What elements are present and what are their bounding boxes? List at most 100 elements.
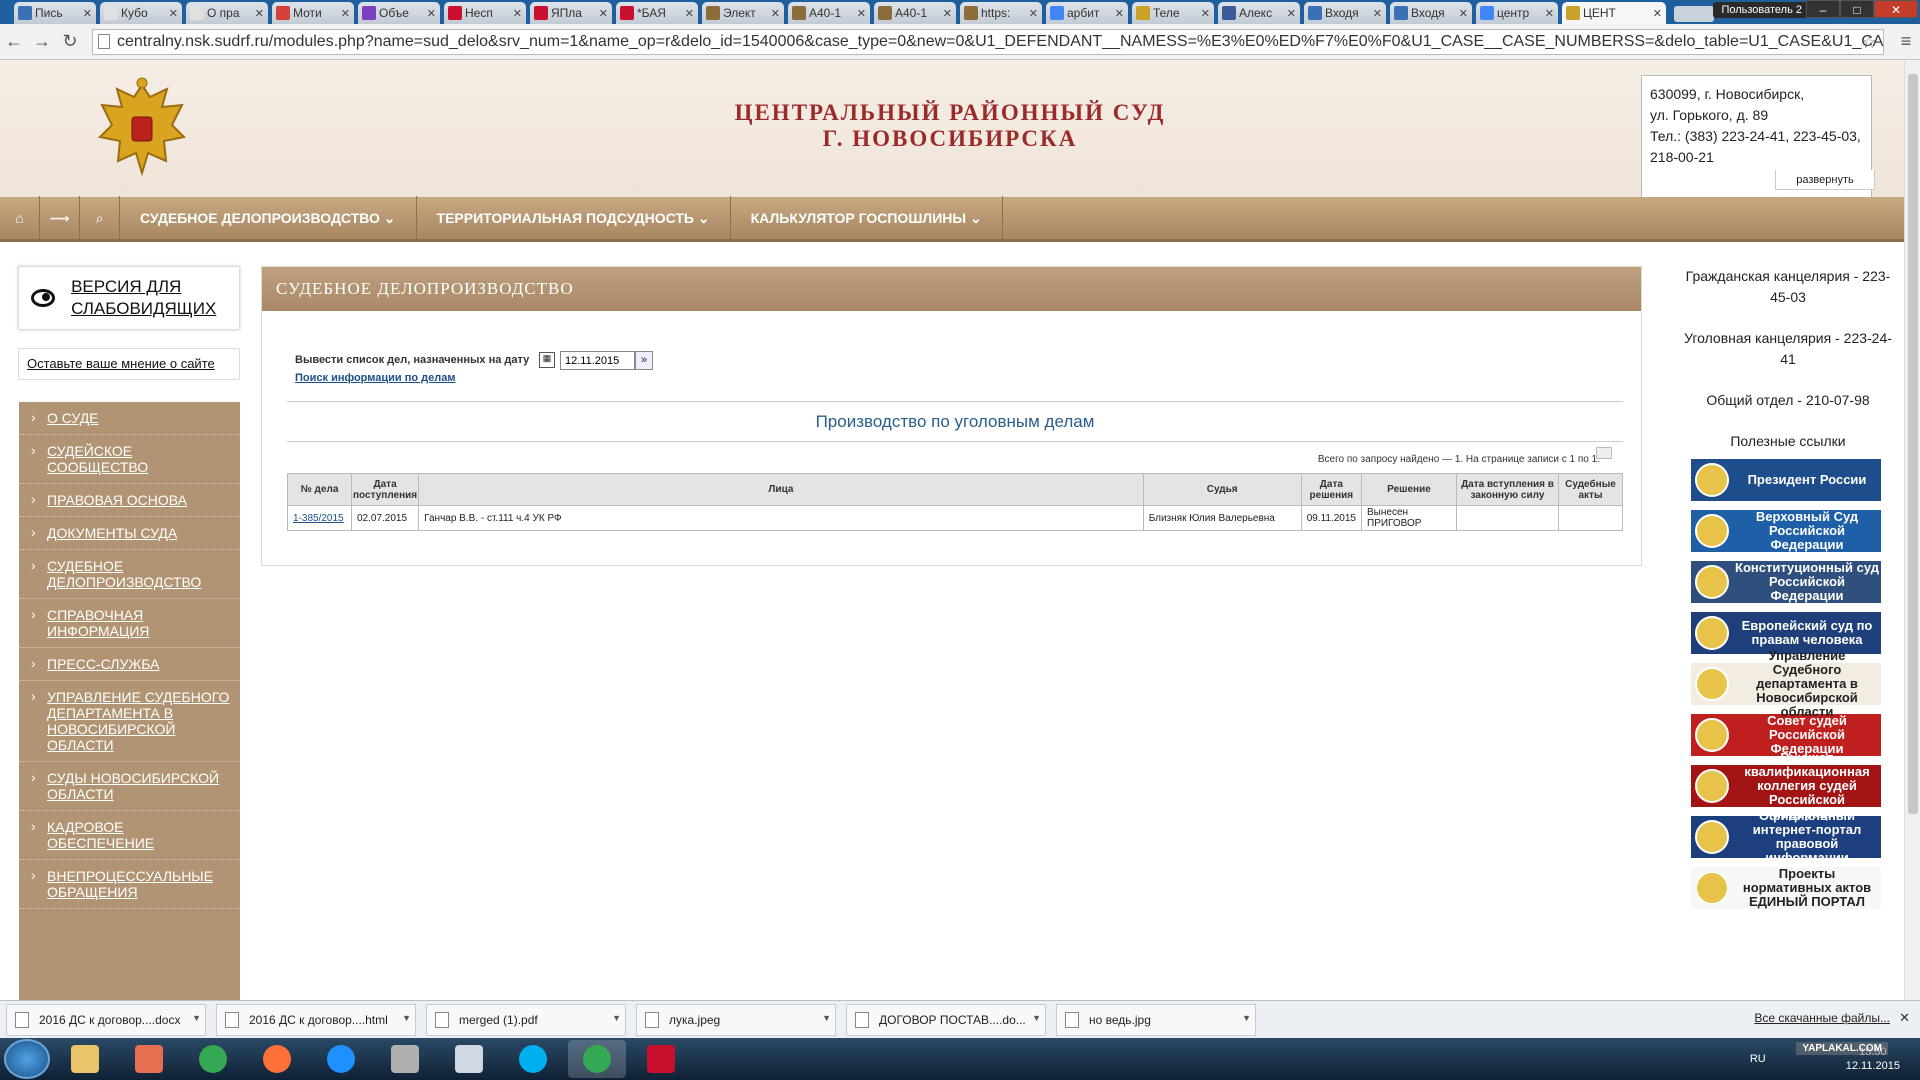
download-item[interactable]: 2016 ДС к договор....html ▼ <box>216 1003 416 1036</box>
show-cases-button[interactable]: » <box>635 351 653 370</box>
forward-icon[interactable]: → <box>28 31 56 52</box>
tab-close-icon[interactable]: ✕ <box>83 7 92 20</box>
page-scrollbar[interactable] <box>1904 60 1920 1000</box>
tab-close-icon[interactable]: ✕ <box>427 7 436 20</box>
date-input[interactable] <box>560 351 635 370</box>
useful-link-banner[interactable]: Верховный Суд Российской Федерации <box>1691 510 1881 552</box>
download-item[interactable]: ДОГОВОР ПОСТАВ....do... ▼ <box>846 1003 1046 1036</box>
visually-impaired-version-link[interactable]: ВЕРСИЯ ДЛЯ СЛАБОВИДЯЩИХ <box>18 266 240 330</box>
download-menu-icon[interactable]: ▼ <box>1032 1013 1041 1023</box>
tab-close-icon[interactable]: ✕ <box>1545 7 1554 20</box>
download-item[interactable]: но ведь.jpg ▼ <box>1056 1003 1256 1036</box>
download-item[interactable]: merged (1).pdf ▼ <box>426 1003 626 1036</box>
useful-link-banner[interactable]: Президент России <box>1691 459 1881 501</box>
tab-close-icon[interactable]: ✕ <box>771 7 780 20</box>
useful-link-banner[interactable]: Официальный интернет-портал правовой инф… <box>1691 809 1881 865</box>
reload-icon[interactable]: ↻ <box>56 31 84 52</box>
useful-link-banner[interactable]: Управление Судебного департамента в Ново… <box>1691 649 1881 719</box>
sidebar-item-judges-community[interactable]: СУДЕЙСКОЕ СООБЩЕСТВО <box>19 435 240 484</box>
tab-close-icon[interactable]: ✕ <box>255 7 264 20</box>
browser-tab[interactable]: Теле ✕ <box>1132 2 1214 24</box>
case-search-link[interactable]: Поиск информации по делам <box>295 372 455 384</box>
scrollbar-thumb[interactable] <box>1908 74 1918 814</box>
sidebar-item-legal-basis[interactable]: ПРАВОВАЯ ОСНОВА <box>19 484 240 517</box>
download-menu-icon[interactable]: ▼ <box>402 1013 411 1023</box>
browser-tab[interactable]: А40-1 ✕ <box>788 2 870 24</box>
tab-close-icon[interactable]: ✕ <box>857 7 866 20</box>
taskbar-skype[interactable] <box>504 1040 562 1078</box>
menu-territorial-jurisdiction[interactable]: ТЕРРИТОРИАЛЬНАЯ ПОДСУДНОСТЬ ⌄ <box>417 195 731 241</box>
maximize-button[interactable]: □ <box>1840 0 1874 18</box>
browser-tab[interactable]: *БАЯ ✕ <box>616 2 698 24</box>
browser-tab[interactable]: А40-1 ✕ <box>874 2 956 24</box>
tab-close-icon[interactable]: ✕ <box>1653 7 1662 20</box>
browser-tab[interactable]: Входя ✕ <box>1390 2 1472 24</box>
feedback-link[interactable]: Оставьте ваше мнение о сайте <box>18 348 240 380</box>
taskbar-chrome-active[interactable] <box>568 1040 626 1078</box>
browser-menu-icon[interactable]: ≡ <box>1892 31 1920 52</box>
download-menu-icon[interactable]: ▼ <box>192 1013 201 1023</box>
taskbar-ie[interactable] <box>312 1040 370 1078</box>
start-button[interactable] <box>4 1039 50 1079</box>
tab-close-icon[interactable]: ✕ <box>1459 7 1468 20</box>
browser-tab[interactable]: Пись ✕ <box>14 2 96 24</box>
browser-tab[interactable]: Кубо ✕ <box>100 2 182 24</box>
expand-contacts-button[interactable]: развернуть <box>1775 170 1875 190</box>
taskbar-chrome[interactable] <box>184 1040 242 1078</box>
sidebar-item-proceedings[interactable]: СУДЕБНОЕ ДЕЛОПРОИЗВОДСТВО <box>19 550 240 599</box>
download-menu-icon[interactable]: ▼ <box>612 1013 621 1023</box>
tab-close-icon[interactable]: ✕ <box>1201 7 1210 20</box>
taskbar-app[interactable] <box>376 1040 434 1078</box>
taskbar-media[interactable] <box>120 1040 178 1078</box>
browser-tab-active[interactable]: ЦЕНТ ✕ <box>1562 2 1666 24</box>
sidebar-item-about[interactable]: О СУДЕ <box>19 402 240 435</box>
sidebar-item-personnel[interactable]: КАДРОВОЕ ОБЕСПЕЧЕНИЕ <box>19 811 240 860</box>
url-field[interactable]: centralny.nsk.sudrf.ru/modules.php?name=… <box>92 28 1884 55</box>
sidebar-item-documents[interactable]: ДОКУМЕНТЫ СУДА <box>19 517 240 550</box>
back-icon[interactable]: ← <box>0 31 28 52</box>
menu-court-proceedings[interactable]: СУДЕБНОЕ ДЕЛОПРОИЗВОДСТВО ⌄ <box>120 195 417 241</box>
sidebar-item-reference[interactable]: СПРАВОЧНАЯ ИНФОРМАЦИЯ <box>19 599 240 648</box>
tab-close-icon[interactable]: ✕ <box>1029 7 1038 20</box>
browser-tab[interactable]: Алекс ✕ <box>1218 2 1300 24</box>
bookmark-star-icon[interactable]: ☆ <box>1861 30 1877 54</box>
browser-tab[interactable]: О пра ✕ <box>186 2 268 24</box>
browser-tab[interactable]: Моти ✕ <box>272 2 354 24</box>
browser-tab[interactable]: Объе ✕ <box>358 2 440 24</box>
sidebar-item-press[interactable]: ПРЕСС-СЛУЖБА <box>19 648 240 681</box>
tab-close-icon[interactable]: ✕ <box>599 7 608 20</box>
download-menu-icon[interactable]: ▼ <box>822 1013 831 1023</box>
tab-close-icon[interactable]: ✕ <box>943 7 952 20</box>
taskbar-acrobat[interactable] <box>632 1040 690 1078</box>
tab-close-icon[interactable]: ✕ <box>513 7 522 20</box>
calendar-icon[interactable]: ▦ <box>539 352 555 368</box>
taskbar-explorer[interactable] <box>56 1040 114 1078</box>
useful-link-banner[interactable]: Высшая квалификационная коллегия судей Р… <box>1691 751 1881 821</box>
browser-tab[interactable]: Несп ✕ <box>444 2 526 24</box>
close-window-button[interactable]: ✕ <box>1874 0 1918 18</box>
menu-fee-calculator[interactable]: КАЛЬКУЛЯТОР ГОСПОШЛИНЫ ⌄ <box>731 195 1003 241</box>
tab-close-icon[interactable]: ✕ <box>685 7 694 20</box>
browser-tab[interactable]: центр ✕ <box>1476 2 1558 24</box>
close-downloads-icon[interactable]: ✕ <box>1899 1010 1910 1026</box>
tab-close-icon[interactable]: ✕ <box>1115 7 1124 20</box>
download-item[interactable]: лука.jpeg ▼ <box>636 1003 836 1036</box>
taskbar-firefox[interactable] <box>248 1040 306 1078</box>
case-link[interactable]: 1-385/2015 <box>293 513 344 524</box>
sidebar-item-regional-courts[interactable]: СУДЫ НОВОСИБИРСКОЙ ОБЛАСТИ <box>19 762 240 811</box>
browser-tab[interactable]: https: ✕ <box>960 2 1042 24</box>
new-tab-button[interactable] <box>1674 6 1714 22</box>
useful-link-banner[interactable]: Конституционный суд Российской Федерации <box>1691 561 1881 603</box>
tab-close-icon[interactable]: ✕ <box>341 7 350 20</box>
language-indicator[interactable]: RU <box>1750 1053 1766 1065</box>
sidebar-item-appeals[interactable]: ВНЕПРОЦЕССУАЛЬНЫЕ ОБРАЩЕНИЯ <box>19 860 240 909</box>
sitemap-icon[interactable]: ⟿ <box>40 195 80 241</box>
download-menu-icon[interactable]: ▼ <box>1242 1013 1251 1023</box>
useful-link-banner[interactable]: Проекты нормативных актов ЕДИНЫЙ ПОРТАЛ <box>1691 867 1881 909</box>
minimize-button[interactable]: – <box>1806 0 1840 18</box>
sidebar-item-judicial-department[interactable]: УПРАВЛЕНИЕ СУДЕБНОГО ДЕПАРТАМЕНТА В НОВО… <box>19 681 240 762</box>
browser-tab[interactable]: ЯПла ✕ <box>530 2 612 24</box>
taskbar-calculator[interactable] <box>440 1040 498 1078</box>
tab-close-icon[interactable]: ✕ <box>1287 7 1296 20</box>
browser-tab[interactable]: Входя ✕ <box>1304 2 1386 24</box>
